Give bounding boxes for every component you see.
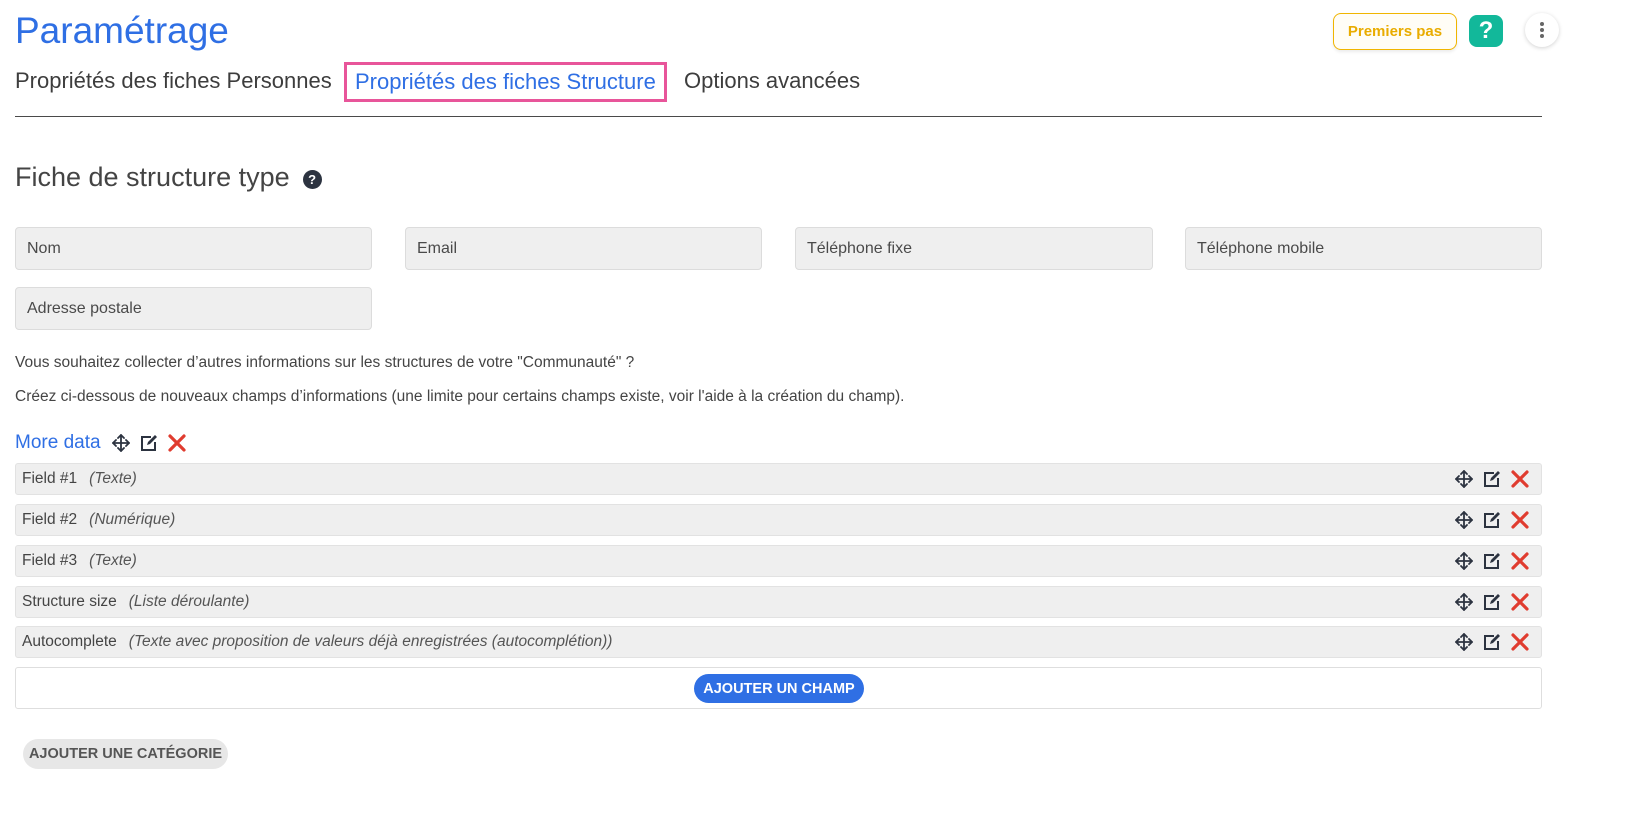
tab-fiches-structure[interactable]: Propriétés des fiches Structure xyxy=(344,62,667,102)
field-row: Autocomplete (Texte avec proposition de … xyxy=(15,626,1542,658)
move-icon[interactable] xyxy=(110,432,132,454)
question-icon[interactable]: ? xyxy=(302,170,322,189)
add-field-button[interactable]: AJOUTER UN CHAMP xyxy=(694,674,864,703)
field-actions xyxy=(1453,591,1537,613)
category-header: More data xyxy=(15,430,194,456)
field-name: Field #3 xyxy=(22,552,78,569)
tabs-divider xyxy=(15,116,1542,117)
edit-icon[interactable] xyxy=(1481,631,1503,653)
field-name: Field #1 xyxy=(22,470,78,487)
delete-icon[interactable] xyxy=(1509,631,1531,653)
delete-icon[interactable] xyxy=(1509,550,1531,572)
field-row: Field #1 (Texte) xyxy=(15,463,1542,495)
top-actions: Premiers pas ? xyxy=(1333,13,1633,53)
field-row: Field #2 (Numérique) xyxy=(15,504,1542,536)
edit-icon[interactable] xyxy=(1481,550,1503,572)
info-text-question: Vous souhaitez collecter d’autres inform… xyxy=(15,354,635,371)
help-button[interactable]: ? xyxy=(1469,15,1503,47)
field-name: Autocomplete xyxy=(22,633,117,650)
default-field-nom: Nom xyxy=(15,227,372,270)
default-field-adresse-postale: Adresse postale xyxy=(15,287,372,330)
move-icon[interactable] xyxy=(1453,591,1475,613)
edit-icon[interactable] xyxy=(1481,468,1503,490)
field-row: Structure size (Liste déroulante) xyxy=(15,586,1542,618)
add-field-container: AJOUTER UN CHAMP xyxy=(15,667,1542,709)
field-name: Field #2 xyxy=(22,511,78,528)
edit-icon[interactable] xyxy=(1481,591,1503,613)
premiers-pas-button[interactable]: Premiers pas xyxy=(1333,13,1457,50)
field-actions xyxy=(1453,509,1537,531)
field-row: Field #3 (Texte) xyxy=(15,545,1542,577)
default-field-email: Email xyxy=(405,227,762,270)
move-icon[interactable] xyxy=(1453,550,1475,572)
page-title: Paramétrage xyxy=(15,10,229,51)
kebab-menu-icon xyxy=(1540,22,1544,38)
field-actions xyxy=(1453,550,1537,572)
add-category-button[interactable]: AJOUTER UNE CATÉGORIE xyxy=(23,739,228,769)
edit-icon[interactable] xyxy=(1481,509,1503,531)
info-text-instructions: Créez ci-dessous de nouveaux champs d’in… xyxy=(15,388,905,405)
field-type: (Numérique) xyxy=(89,511,176,528)
default-field-telephone-mobile: Téléphone mobile xyxy=(1185,227,1542,270)
field-name: Structure size xyxy=(22,593,117,610)
move-icon[interactable] xyxy=(1453,631,1475,653)
tab-bar: Propriétés des fiches Personnes Propriét… xyxy=(15,62,1633,102)
field-type: (Texte) xyxy=(89,552,137,569)
section-title: Fiche de structure type ? xyxy=(15,162,322,193)
more-options-button[interactable] xyxy=(1525,13,1559,47)
delete-icon[interactable] xyxy=(1509,468,1531,490)
field-actions xyxy=(1453,631,1537,653)
edit-icon[interactable] xyxy=(138,432,160,454)
field-type: (Texte) xyxy=(89,470,137,487)
category-title: More data xyxy=(15,432,101,453)
move-icon[interactable] xyxy=(1453,509,1475,531)
section-title-text: Fiche de structure type xyxy=(15,162,290,192)
field-type: (Texte avec proposition de valeurs déjà … xyxy=(128,633,613,650)
delete-icon[interactable] xyxy=(1509,509,1531,531)
move-icon[interactable] xyxy=(1453,468,1475,490)
tab-options-avancees[interactable]: Options avancées xyxy=(684,62,860,102)
tab-fiches-personnes[interactable]: Propriétés des fiches Personnes xyxy=(15,62,332,102)
delete-icon[interactable] xyxy=(1509,591,1531,613)
delete-icon[interactable] xyxy=(166,432,188,454)
default-field-telephone-fixe: Téléphone fixe xyxy=(795,227,1153,270)
field-actions xyxy=(1453,468,1537,490)
field-type: (Liste déroulante) xyxy=(128,593,250,610)
